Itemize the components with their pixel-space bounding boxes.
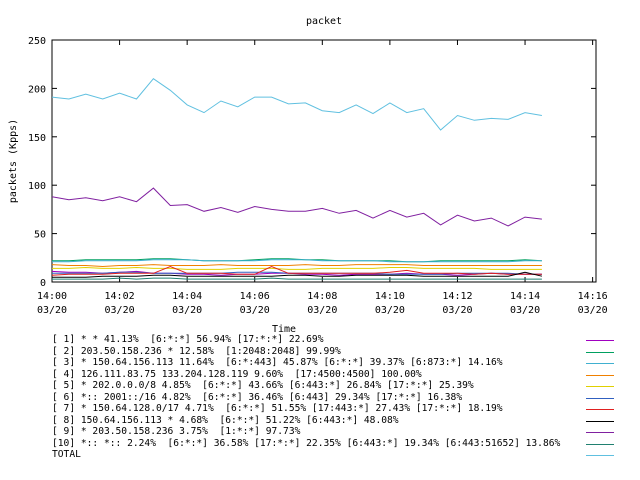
legend-label: TOTAL — [52, 449, 81, 460]
legend-label: [ 9] * 203.50.158.236 3.75% [1:*:*] 97.7… — [52, 426, 301, 437]
series-line-4 — [51, 264, 542, 268]
legend-label: [ 4] 126.111.83.75 133.204.128.119 9.60%… — [52, 368, 422, 380]
legend-label: [ 3] * 150.64.156.113 11.64% [6:*:443] 4… — [52, 357, 503, 368]
legend-item: [ 9] * 203.50.158.236 3.75% [1:*:*] 97.7… — [0, 426, 640, 438]
legend-swatch — [586, 443, 614, 445]
x-tick-label-date: 03/20 — [578, 305, 608, 316]
legend-item: [ 8] 150.64.156.113 * 4.68% [6:*:*] 51.2… — [0, 415, 640, 427]
x-tick-label-date: 03/20 — [105, 305, 135, 316]
x-tick-label-date: 03/20 — [510, 305, 540, 316]
legend-item: [ 5] * 202.0.0.0/8 4.85% [6:*:*] 43.66% … — [0, 380, 640, 392]
y-tick-label: 250 — [28, 36, 46, 47]
legend-swatch — [586, 432, 614, 433]
legend-swatch — [586, 340, 614, 341]
legend-item: [ 1] * * 41.13% [6:*:*] 56.94% [17:*:*] … — [0, 334, 640, 346]
legend-label: [ 5] * 202.0.0.0/8 4.85% [6:*:*] 43.66% … — [52, 380, 474, 391]
legend-swatch — [586, 363, 614, 364]
x-tick-label-time: 14:10 — [375, 291, 405, 302]
x-tick-label-time: 14:00 — [37, 291, 67, 302]
legend-item: [ 4] 126.111.83.75 133.204.128.119 9.60%… — [0, 369, 640, 381]
legend-swatch — [586, 455, 614, 456]
legend-swatch — [586, 374, 614, 376]
legend-item: [ 7] * 150.64.128.0/17 4.71% [6:*:*] 51.… — [0, 403, 640, 415]
series-lines — [51, 78, 543, 280]
legend-swatch — [586, 386, 614, 387]
series-line-10 — [52, 277, 542, 280]
legend-label: [ 1] * * 41.13% [6:*:*] 56.94% [17:*:*] … — [52, 334, 324, 345]
x-tick-label-time: 14:16 — [578, 291, 608, 302]
legend-label: [ 7] * 150.64.128.0/17 4.71% [6:*:*] 51.… — [52, 403, 503, 414]
legend-label: [ 2] 203.50.158.236 * 12.58% [1:2048:204… — [52, 345, 341, 357]
x-tick-label-date: 03/20 — [37, 305, 67, 316]
legend-label: [ 6] *:: 2001::/16 4.82% [6:*:*] 36.46% … — [52, 391, 463, 403]
plot-axes — [51, 39, 597, 283]
legend-item: [10] *:: *:: 2.24% [6:*:*] 36.58% [17:*:… — [0, 438, 640, 450]
series-line-5 — [52, 266, 542, 270]
y-tick-label: 150 — [28, 133, 46, 144]
x-tick-label-time: 14:04 — [172, 291, 202, 302]
series-line-11 — [51, 78, 542, 131]
legend-swatch — [586, 409, 614, 410]
legend-label: [ 8] 150.64.156.113 * 4.68% [6:*:*] 51.2… — [52, 414, 399, 426]
chart-title: packet — [306, 16, 342, 27]
x-tick-label-time: 14:02 — [105, 291, 135, 302]
y-tick-label: 0 — [40, 278, 46, 289]
series-line-9 — [51, 187, 542, 227]
y-axis-label: packets (Kpps) — [8, 119, 19, 203]
legend-swatch — [586, 420, 614, 422]
x-tick-label-date: 03/20 — [240, 305, 270, 316]
x-tick-label-time: 14:06 — [240, 291, 270, 302]
x-tick-label-date: 03/20 — [375, 305, 405, 316]
x-tick-label-date: 03/20 — [307, 305, 337, 316]
legend-item: TOTAL — [0, 449, 640, 461]
x-tick-label-time: 14:08 — [307, 291, 337, 302]
x-tick-label-date: 03/20 — [442, 305, 472, 316]
legend-item: [ 2] 203.50.158.236 * 12.58% [1:2048:204… — [0, 346, 640, 358]
x-tick-label-date: 03/20 — [172, 305, 202, 316]
legend-item: [ 3] * 150.64.156.113 11.64% [6:*:443] 4… — [0, 357, 640, 369]
x-tick-label-time: 14:14 — [510, 291, 540, 302]
y-tick-label: 200 — [28, 84, 46, 95]
x-tick-label-time: 14:12 — [442, 291, 472, 302]
legend-swatch — [586, 351, 614, 353]
legend-label: [10] *:: *:: 2.24% [6:*:*] 36.58% [17:*:… — [52, 437, 561, 449]
plot-frame — [51, 39, 597, 283]
legend-item: [ 6] *:: 2001::/16 4.82% [6:*:*] 36.46% … — [0, 392, 640, 404]
legend-swatch — [586, 397, 614, 399]
y-tick-label: 50 — [34, 230, 46, 241]
y-tick-label: 100 — [28, 181, 46, 192]
